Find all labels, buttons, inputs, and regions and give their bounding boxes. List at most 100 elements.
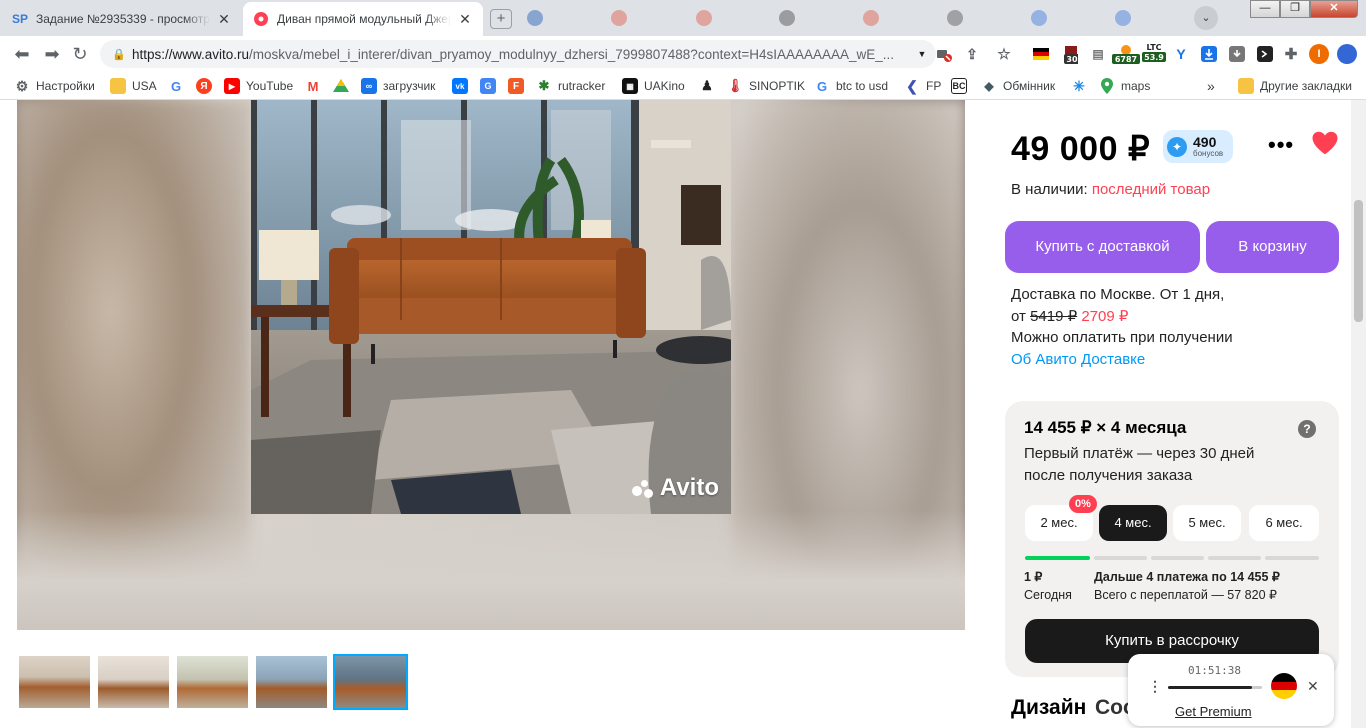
bookmark-usa[interactable]: USA: [110, 77, 157, 95]
background-tab-icon[interactable]: [947, 10, 963, 26]
background-tab-icon[interactable]: [779, 10, 795, 26]
background-tab-icon[interactable]: [1115, 10, 1131, 26]
snowflake-icon: ✳: [1073, 77, 1085, 94]
scrollbar-thumb[interactable]: [1354, 200, 1363, 322]
bookmark-translate[interactable]: G: [480, 77, 502, 95]
bookmark-settings[interactable]: ⚙ Настройки: [14, 77, 95, 95]
chrome-menu-icon[interactable]: [1337, 44, 1357, 64]
bookmark-f[interactable]: F: [508, 77, 530, 95]
bookmark-drive[interactable]: [333, 77, 355, 95]
background-tab-icon[interactable]: [863, 10, 879, 26]
favorite-heart-icon[interactable]: [1310, 128, 1340, 158]
folder-icon: [1238, 78, 1254, 94]
other-bookmarks-folder[interactable]: Другие закладки: [1238, 77, 1352, 95]
german-flag-icon[interactable]: [1033, 46, 1049, 62]
background-tab-icon[interactable]: [527, 10, 543, 26]
fp-icon: ❮: [906, 77, 918, 94]
new-tab-button[interactable]: +: [490, 9, 512, 29]
puzzle-extensions-icon[interactable]: ✚: [1283, 46, 1299, 63]
back-button[interactable]: ⬅: [10, 42, 34, 66]
stock-status: В наличии: последний товар: [1011, 181, 1211, 198]
bookmark-snowflake[interactable]: ✳: [1071, 77, 1093, 95]
term-option-6[interactable]: 6 мес.: [1249, 505, 1319, 541]
bookmark-yandex[interactable]: Я: [196, 77, 218, 95]
thumbnail-2[interactable]: [96, 654, 171, 710]
bookmark-google[interactable]: G: [168, 77, 190, 95]
background-tab-icon[interactable]: [1031, 10, 1047, 26]
background-tab-icon[interactable]: [696, 10, 712, 26]
profile-avatar[interactable]: I: [1309, 44, 1329, 64]
bookmark-gmail[interactable]: M: [305, 77, 327, 95]
player-menu-icon[interactable]: ⋮: [1148, 678, 1162, 695]
url-text[interactable]: https://www.avito.ru/moskva/mebel_i_inte…: [132, 47, 914, 62]
share-icon[interactable]: ⇪: [964, 46, 980, 62]
german-flag-icon[interactable]: [1271, 673, 1297, 699]
about-delivery-link[interactable]: Об Авито Доставке: [1011, 349, 1233, 371]
thumbnail-1[interactable]: [17, 654, 92, 710]
main-photo[interactable]: Avito: [251, 100, 731, 514]
avito-logo-icon: [631, 478, 658, 498]
reload-button[interactable]: ↻: [68, 42, 92, 66]
terminal-extension-icon[interactable]: [1257, 46, 1273, 62]
add-to-cart-button[interactable]: В корзину: [1206, 221, 1339, 273]
minimize-button[interactable]: —: [1250, 0, 1280, 18]
bookmark-vk[interactable]: vk: [452, 77, 474, 95]
tab-close-icon[interactable]: ✕: [457, 11, 473, 28]
bookmark-rutracker[interactable]: ✱ rutracker: [536, 77, 606, 95]
bonus-star-icon: ✦: [1167, 136, 1187, 157]
delivery-old-price: 5419 ₽: [1030, 307, 1078, 325]
get-premium-link[interactable]: Get Premium: [1175, 704, 1252, 719]
lock-icon[interactable]: 🔒: [112, 48, 126, 61]
camera-blocked-icon[interactable]: [936, 46, 952, 62]
background-tab-icon[interactable]: [611, 10, 627, 26]
bookmark-loader[interactable]: ∞ загрузчик: [361, 77, 435, 95]
term-option-4[interactable]: 4 мес.: [1099, 505, 1167, 541]
page-scrollbar[interactable]: [1351, 100, 1366, 728]
download-icon[interactable]: [1201, 46, 1217, 62]
chevron-down-icon[interactable]: ▼: [914, 49, 930, 59]
bookmark-fp[interactable]: ❮ FP: [904, 77, 941, 95]
thumbnail-3[interactable]: [175, 654, 250, 710]
thumbnail-4[interactable]: [254, 654, 329, 710]
thumbnail-5[interactable]: [333, 654, 408, 710]
maximize-button[interactable]: ❐: [1280, 0, 1310, 18]
help-icon[interactable]: ?: [1298, 420, 1316, 438]
rutracker-icon: ✱: [538, 78, 550, 93]
bookmark-person[interactable]: ♟: [699, 77, 721, 95]
svg-text:6787: 6787: [1115, 55, 1137, 64]
address-bar[interactable]: 🔒 https://www.avito.ru/moskva/mebel_i_in…: [100, 40, 936, 68]
printer-icon[interactable]: ▤: [1090, 46, 1106, 62]
y-extension-icon[interactable]: Y: [1173, 46, 1189, 62]
tab-task[interactable]: SP Задание №2935339 - просмотр з ✕: [2, 2, 242, 36]
bookmarks-overflow-button[interactable]: »: [1207, 77, 1215, 95]
bookmark-star-icon[interactable]: ☆: [996, 46, 1012, 63]
bookmark-youtube[interactable]: ▶ YouTube: [224, 77, 293, 95]
tab-avito[interactable]: Диван прямой модульный Джерс ✕: [243, 2, 483, 36]
bitcoin-extension-icon[interactable]: 6787: [1112, 45, 1140, 64]
bookmark-exchange[interactable]: ◆ Обмінник: [981, 77, 1055, 95]
close-window-button[interactable]: ✕: [1310, 0, 1358, 18]
buy-with-delivery-button[interactable]: Купить с доставкой: [1005, 221, 1200, 273]
bookmark-uakino[interactable]: ▦ UAKino: [622, 77, 685, 95]
price: 49 000 ₽: [1011, 130, 1151, 168]
litecoin-extension-icon[interactable]: LTC 53.9: [1142, 43, 1166, 62]
more-options-icon[interactable]: •••: [1268, 132, 1294, 158]
drive-icon: [333, 78, 349, 94]
bookmark-maps[interactable]: maps: [1099, 77, 1150, 95]
shield-extension-icon[interactable]: 30: [1062, 46, 1078, 64]
today-payment: 1 ₽ Сегодня: [1024, 570, 1072, 602]
tab-close-icon[interactable]: ✕: [216, 11, 232, 28]
term-option-5[interactable]: 5 мес.: [1173, 505, 1241, 541]
bc-icon: BC: [951, 78, 967, 94]
save-extension-icon[interactable]: [1229, 46, 1245, 62]
thermometer-icon: 🌡: [726, 78, 744, 93]
bookmark-bc[interactable]: BC: [951, 77, 973, 95]
forward-button[interactable]: ➡: [40, 42, 64, 66]
player-progress-bar[interactable]: [1168, 686, 1262, 689]
bonus-badge[interactable]: ✦ 490 бонусов: [1163, 130, 1233, 163]
player-close-icon[interactable]: ✕: [1307, 678, 1319, 695]
photo-gallery[interactable]: Avito: [17, 100, 965, 630]
bookmark-btc-to-usd[interactable]: Gbtc to usd: [814, 77, 888, 95]
tab-search-dropdown[interactable]: ⌄: [1194, 6, 1218, 30]
bookmark-sinoptik[interactable]: 🌡 SINOPTIK: [727, 77, 805, 95]
